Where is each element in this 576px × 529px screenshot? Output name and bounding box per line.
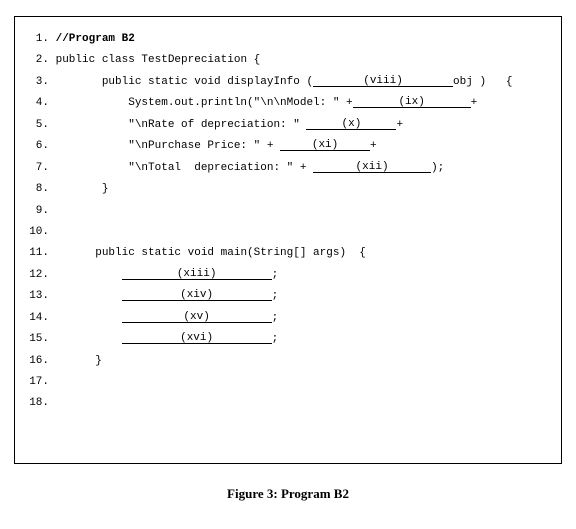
code-text: "\nRate of depreciation: " — [128, 119, 306, 131]
blank-xv: (xv) — [122, 312, 272, 323]
line-number: 16. — [25, 351, 49, 372]
line-number: 11. — [25, 243, 49, 264]
code-text: + — [396, 119, 403, 131]
figure-caption: Figure 3: Program B2 — [14, 486, 562, 502]
code-line: 13. (xiv); — [25, 286, 551, 307]
code-text: obj ) { — [453, 76, 512, 88]
blank-x: (x) — [306, 119, 396, 130]
line-number: 15. — [25, 329, 49, 350]
blank-xiii: (xiii) — [122, 269, 272, 280]
code-text: + — [370, 140, 377, 152]
code-text: public class TestDepreciation { — [56, 54, 261, 66]
code-line: 8. } — [25, 179, 551, 200]
code-line: 4. System.out.println("\n\nModel: " +(ix… — [25, 93, 551, 114]
code-text: ; — [272, 290, 279, 302]
line-number: 6. — [25, 136, 49, 157]
code-text: + — [471, 97, 478, 109]
code-line: 15. (xvi); — [25, 329, 551, 350]
line-number: 1. — [25, 29, 49, 50]
code-text: ; — [272, 333, 279, 345]
line-number: 5. — [25, 115, 49, 136]
line-number: 17. — [25, 372, 49, 393]
line-number: 4. — [25, 93, 49, 114]
code-line: 7. "\nTotal depreciation: " + (xii)); — [25, 158, 551, 179]
line-number: 18. — [25, 393, 49, 414]
line-number: 13. — [25, 286, 49, 307]
blank-xiv: (xiv) — [122, 290, 272, 301]
line-number: 10. — [25, 222, 49, 243]
blank-viii: (viii) — [313, 76, 453, 87]
code-text: "\nPurchase Price: " + — [128, 140, 280, 152]
code-line: 1. //Program B2 — [25, 29, 551, 50]
code-text: "\nTotal depreciation: " + — [128, 162, 313, 174]
code-line: 5. "\nRate of depreciation: " (x)+ — [25, 115, 551, 136]
code-text: } — [95, 355, 102, 367]
blank-xii: (xii) — [313, 162, 431, 173]
code-line: 3. public static void displayInfo ((viii… — [25, 72, 551, 93]
line-number: 14. — [25, 308, 49, 329]
code-listing: 1. //Program B2 2. public class TestDepr… — [14, 16, 562, 464]
code-text: ; — [272, 312, 279, 324]
code-line: 17. — [25, 372, 551, 393]
code-line: 18. — [25, 393, 551, 414]
code-text: ); — [431, 162, 444, 174]
blank-ix: (ix) — [353, 97, 471, 108]
code-text: System.out.println("\n\nModel: " + — [128, 97, 352, 109]
blank-xvi: (xvi) — [122, 333, 272, 344]
code-line: 11. public static void main(String[] arg… — [25, 243, 551, 264]
code-line: 6. "\nPurchase Price: " + (xi)+ — [25, 136, 551, 157]
line-number: 12. — [25, 265, 49, 286]
line-number: 9. — [25, 201, 49, 222]
code-line: 10. — [25, 222, 551, 243]
code-line: 2. public class TestDepreciation { — [25, 50, 551, 71]
code-line: 16. } — [25, 351, 551, 372]
code-line: 14. (xv); — [25, 308, 551, 329]
code-text: ; — [272, 269, 279, 281]
code-line: 12. (xiii); — [25, 265, 551, 286]
line-number: 3. — [25, 72, 49, 93]
line-number: 2. — [25, 50, 49, 71]
line-number: 8. — [25, 179, 49, 200]
comment: //Program B2 — [56, 33, 135, 45]
code-text: public static void main(String[] args) { — [95, 247, 366, 259]
blank-xi: (xi) — [280, 140, 370, 151]
code-line: 9. — [25, 201, 551, 222]
code-text: public static void displayInfo ( — [102, 76, 313, 88]
line-number: 7. — [25, 158, 49, 179]
code-text: } — [102, 183, 109, 195]
